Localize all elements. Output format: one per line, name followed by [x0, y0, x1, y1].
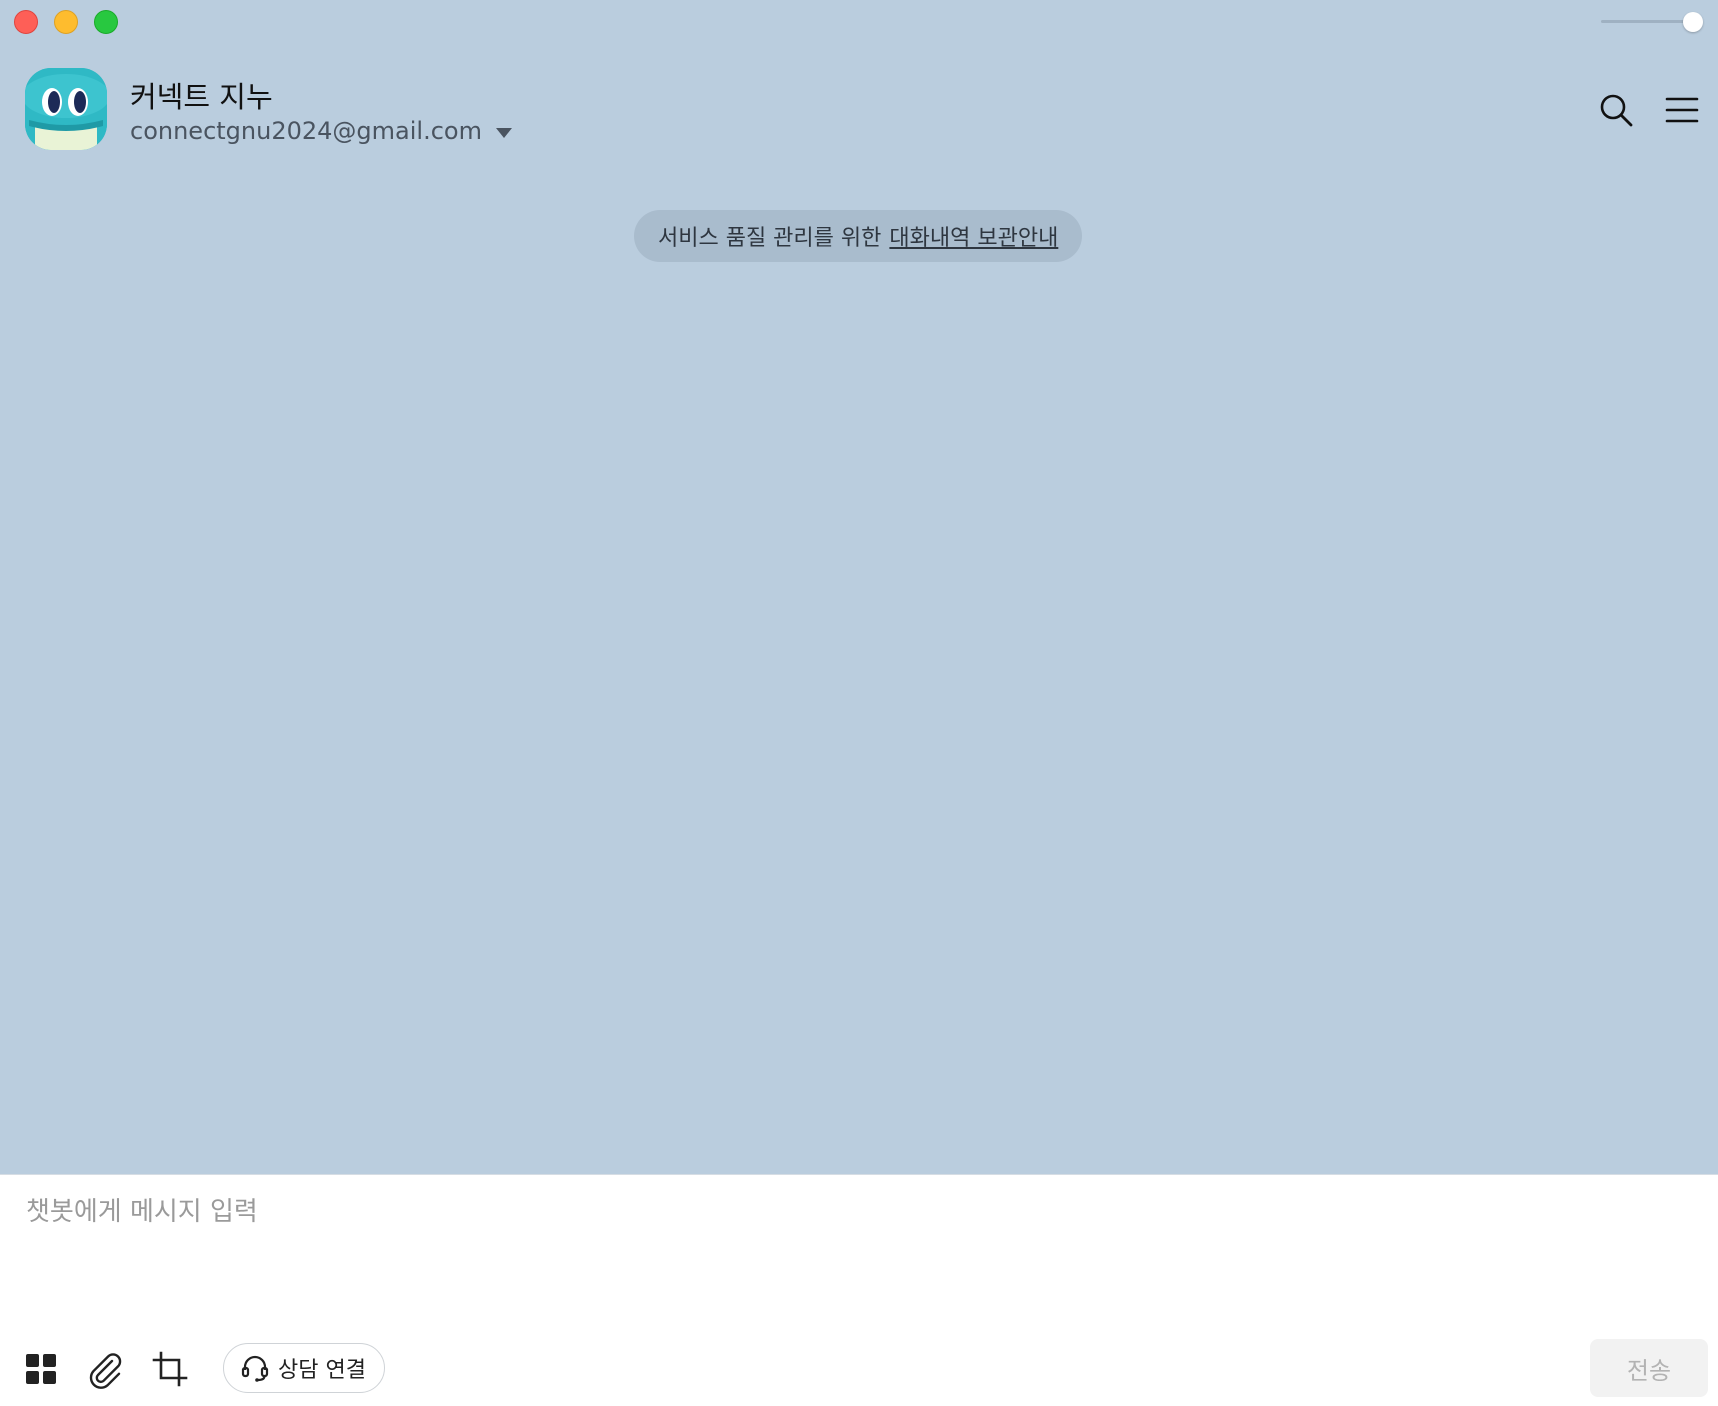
- counsel-connect-label: 상담 연결: [278, 1358, 366, 1383]
- notice-text: 서비스 품질 관리를 위한: [658, 226, 882, 251]
- apps-grid-icon: [26, 1354, 56, 1384]
- attach-file-button[interactable]: [85, 1349, 125, 1389]
- message-input[interactable]: [26, 1191, 1686, 1291]
- bot-face-icon: [25, 68, 107, 150]
- caret-down-icon: [495, 128, 512, 138]
- headset-icon: [241, 1355, 269, 1382]
- window-opacity-slider-track[interactable]: [1601, 20, 1693, 23]
- apps-button[interactable]: [21, 1349, 61, 1389]
- bot-name: 커넥트 지누: [130, 80, 273, 114]
- notice-link[interactable]: 대화내역 보관안내: [889, 220, 1058, 252]
- window-close-button[interactable]: [14, 10, 38, 34]
- menu-button[interactable]: [1664, 92, 1700, 128]
- search-icon: [1600, 94, 1633, 127]
- chat-area: 커넥트 지누 connectgnu2024@gmail.com 서비스 품질 관…: [0, 0, 1718, 1174]
- window-opacity-slider-knob[interactable]: [1683, 12, 1703, 32]
- account-selector[interactable]: connectgnu2024@gmail.com: [130, 117, 512, 145]
- window-zoom-button[interactable]: [94, 10, 118, 34]
- paperclip-icon: [89, 1353, 122, 1389]
- bot-avatar[interactable]: [25, 68, 107, 150]
- hamburger-menu-icon: [1665, 97, 1699, 123]
- send-button[interactable]: 전송: [1590, 1339, 1708, 1397]
- screen-capture-button[interactable]: [150, 1349, 190, 1389]
- window-minimize-button[interactable]: [54, 10, 78, 34]
- crop-icon: [152, 1351, 188, 1387]
- account-email: connectgnu2024@gmail.com: [130, 117, 482, 145]
- counsel-connect-button[interactable]: 상담 연결: [223, 1343, 385, 1393]
- search-button[interactable]: [1598, 92, 1634, 128]
- chat-retention-notice: 서비스 품질 관리를 위한 대화내역 보관안내: [634, 210, 1083, 262]
